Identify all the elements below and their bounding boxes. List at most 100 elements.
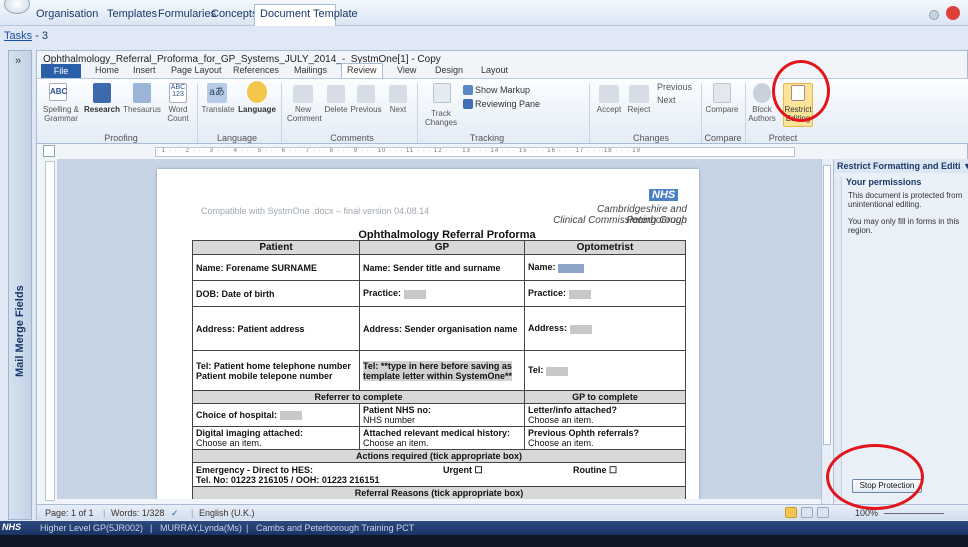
next-comment-icon[interactable] xyxy=(389,85,407,103)
tab-home[interactable]: Home xyxy=(95,65,119,75)
tab-page-layout[interactable]: Page Layout xyxy=(171,65,222,75)
scrollbar-thumb[interactable] xyxy=(823,165,831,445)
track-changes-icon[interactable] xyxy=(433,83,451,103)
spelling-icon[interactable]: ABC xyxy=(49,83,67,101)
tab-mailings[interactable]: Mailings xyxy=(294,65,327,75)
track-changes-button[interactable]: Track Changes xyxy=(421,109,461,127)
opt-tel-label: Tel: xyxy=(528,365,544,376)
reject-button[interactable]: Reject xyxy=(623,105,655,114)
digital-imaging-dropdown[interactable]: Choose an item. xyxy=(196,438,356,448)
ribbon-separator xyxy=(589,83,590,143)
translate-button[interactable]: Translate xyxy=(201,105,235,114)
expand-chevron-icon[interactable]: » xyxy=(15,55,21,67)
letter-attached-dropdown[interactable]: Choose an item. xyxy=(528,415,682,425)
pane-title[interactable]: Restrict Formatting and Editi ▼ × xyxy=(834,159,968,173)
routine-checkbox[interactable]: Routine ☐ xyxy=(573,465,617,476)
menu-formularies[interactable]: Formularies xyxy=(158,8,216,20)
previous-comment-icon[interactable] xyxy=(357,85,375,103)
tasks-indicator[interactable]: Tasks - 3 xyxy=(4,30,48,42)
tab-layout[interactable]: Layout xyxy=(481,65,508,75)
accept-icon[interactable] xyxy=(599,85,619,103)
delete-comment-icon[interactable] xyxy=(327,85,345,103)
mail-merge-panel[interactable]: » Mail Merge Fields xyxy=(8,50,32,520)
horizontal-ruler[interactable]: · 1 · · · 2 · · · 3 · · · 4 · · · 5 · · … xyxy=(155,147,795,157)
opt-practice-cell[interactable]: Practice: xyxy=(524,280,686,307)
research-icon[interactable] xyxy=(93,83,111,103)
show-markup-icon[interactable] xyxy=(463,85,473,95)
word-count-button[interactable]: Word Count xyxy=(163,105,193,123)
accept-button[interactable]: Accept xyxy=(593,105,625,114)
ruler-toggle-button[interactable] xyxy=(43,145,55,157)
vertical-ruler[interactable] xyxy=(45,161,55,501)
document-page[interactable]: Compatible with SystmOne .docx – final v… xyxy=(157,169,699,499)
opt-address-cell[interactable]: Address: xyxy=(524,306,686,351)
compare-button[interactable]: Compare xyxy=(703,105,741,114)
web-layout-icon[interactable] xyxy=(817,507,829,518)
tab-view[interactable]: View xyxy=(397,65,416,75)
menu-concepts[interactable]: Concepts xyxy=(211,8,257,20)
tasks-link[interactable]: Tasks xyxy=(4,30,32,42)
opt-tel-field[interactable] xyxy=(545,366,568,376)
menu-templates[interactable]: Templates xyxy=(107,8,157,20)
zoom-slider[interactable] xyxy=(884,513,944,514)
gp-practice-cell[interactable]: Practice: xyxy=(359,280,525,307)
new-comment-icon[interactable] xyxy=(293,85,313,103)
medical-history-cell[interactable]: Attached relevant medical history: Choose… xyxy=(359,426,525,450)
protected-text: This document is protected from unintent… xyxy=(848,191,963,209)
full-screen-icon[interactable] xyxy=(801,507,813,518)
opt-tel-cell[interactable]: Tel: xyxy=(524,350,686,391)
block-authors-button[interactable]: Block Authors xyxy=(747,105,777,123)
gp-tel-cell[interactable]: Tel: **type in here before saving as tem… xyxy=(359,350,525,391)
reviewing-pane-button[interactable]: Reviewing Pane xyxy=(475,100,555,109)
gp-tel-instructions[interactable]: Tel: **type in here before saving as tem… xyxy=(363,360,513,381)
opt-practice-field[interactable] xyxy=(568,289,591,299)
tab-insert[interactable]: Insert xyxy=(133,65,156,75)
letter-attached-cell[interactable]: Letter/info attached? Choose an item. xyxy=(524,403,686,427)
annotation-circle-stop-protection xyxy=(826,444,924,510)
opt-name-cell[interactable]: Name: xyxy=(524,254,686,281)
close-icon[interactable] xyxy=(946,6,960,20)
word-count[interactable]: Words: 1/328 xyxy=(111,508,164,518)
thesaurus-icon[interactable] xyxy=(133,83,151,103)
spelling-button[interactable]: Spelling & Grammar xyxy=(41,105,81,123)
status-separator: | xyxy=(191,508,194,518)
translate-icon[interactable]: aあ xyxy=(207,83,227,103)
opt-address-field[interactable] xyxy=(569,324,592,334)
reviewing-pane-icon[interactable] xyxy=(463,99,473,109)
delete-comment-button[interactable]: Delete xyxy=(321,105,351,114)
menu-organisation[interactable]: Organisation xyxy=(36,8,98,20)
choice-hospital-cell[interactable]: Choice of hospital: xyxy=(192,403,360,427)
block-authors-icon[interactable] xyxy=(753,83,771,103)
tab-references[interactable]: References xyxy=(233,65,279,75)
next-change-button[interactable]: Next xyxy=(657,96,701,105)
compare-icon[interactable] xyxy=(713,83,731,103)
digital-imaging-cell[interactable]: Digital imaging attached: Choose an item. xyxy=(192,426,360,450)
language-status[interactable]: English (U.K.) xyxy=(199,508,255,518)
tab-review[interactable]: Review xyxy=(347,65,377,75)
previous-change-button[interactable]: Previous xyxy=(657,83,701,92)
thesaurus-button[interactable]: Thesaurus xyxy=(123,105,161,114)
medical-history-dropdown[interactable]: Choose an item. xyxy=(363,438,521,448)
minimize-icon[interactable] xyxy=(929,10,939,20)
new-comment-button[interactable]: New Comment xyxy=(287,105,322,123)
page-count[interactable]: Page: 1 of 1 xyxy=(45,508,94,518)
document-scrollbar[interactable] xyxy=(821,159,831,504)
show-markup-button[interactable]: Show Markup xyxy=(475,86,555,95)
previous-comment-button[interactable]: Previous xyxy=(349,105,383,114)
prev-referrals-dropdown[interactable]: Choose an item. xyxy=(528,438,682,448)
menu-document-template[interactable]: Document Template xyxy=(260,8,358,20)
urgent-checkbox[interactable]: Urgent ☐ xyxy=(443,465,483,476)
reject-icon[interactable] xyxy=(629,85,649,103)
gp-practice-field[interactable] xyxy=(403,289,426,299)
print-layout-icon[interactable] xyxy=(785,507,797,518)
language-icon[interactable] xyxy=(247,81,267,103)
choice-hospital-field[interactable] xyxy=(279,411,302,421)
language-button[interactable]: Language xyxy=(235,105,279,114)
proofing-check-icon[interactable]: ✓ xyxy=(171,508,179,519)
opt-name-field[interactable] xyxy=(558,263,585,273)
tab-design[interactable]: Design xyxy=(435,65,463,75)
prev-referrals-cell[interactable]: Previous Ophth referrals? Choose an item. xyxy=(524,426,686,450)
word-count-icon[interactable]: ABC 123 xyxy=(169,83,187,103)
next-comment-button[interactable]: Next xyxy=(383,105,413,114)
research-button[interactable]: Research xyxy=(83,105,121,114)
